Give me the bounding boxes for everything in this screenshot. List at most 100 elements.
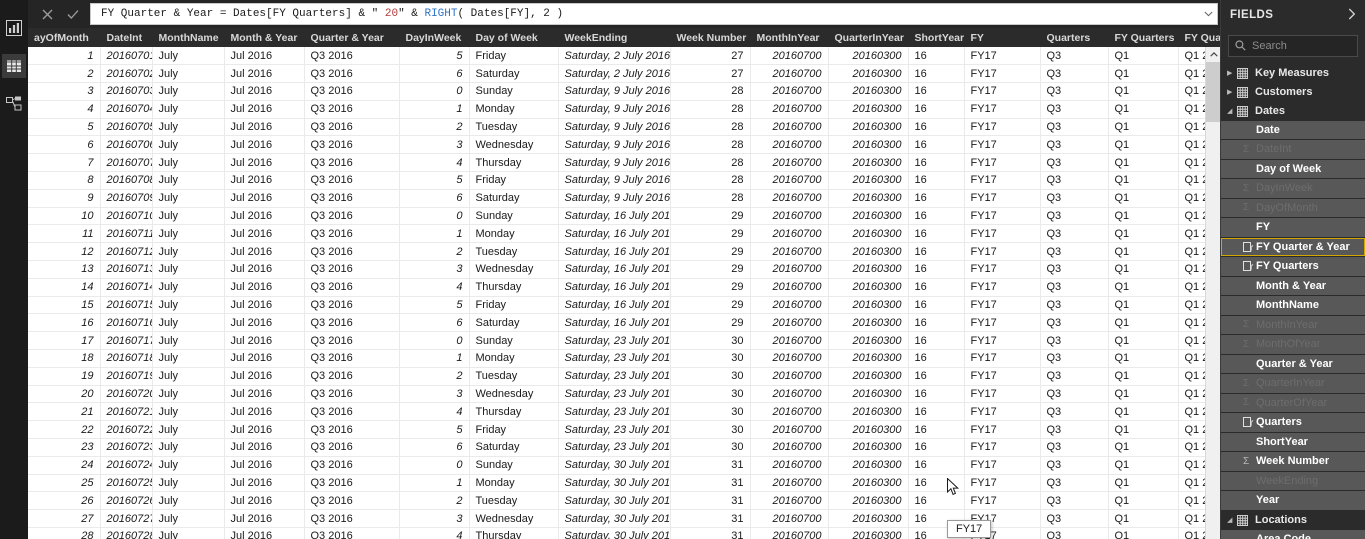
table-cell[interactable]: Q3 2016 <box>304 438 400 457</box>
table-cell[interactable]: 8 <box>28 171 101 190</box>
table-cell[interactable]: FY17 <box>964 207 1041 226</box>
table-cell[interactable]: Tuesday <box>469 118 559 137</box>
table-cell[interactable]: Saturday, 23 July 2016 <box>558 402 671 422</box>
table-row[interactable]: 1 20160701 July Jul 2016 Q3 2016 5 Friday Satur… <box>28 47 1220 66</box>
table-cell[interactable]: July <box>152 527 225 539</box>
table-cell[interactable]: 30 <box>670 385 751 404</box>
table-cell[interactable]: 0 <box>399 82 470 101</box>
table-cell[interactable]: Jul 2016 <box>224 242 305 262</box>
field-item-monthname[interactable]: MonthName <box>1221 296 1365 315</box>
fields-table-dates[interactable]: ◢ Dates <box>1221 102 1365 121</box>
table-cell[interactable]: Wednesday <box>469 509 559 529</box>
field-item-quarterinyear[interactable]: Σ QuarterInYear <box>1221 374 1365 393</box>
table-cell[interactable]: Q3 <box>1040 313 1109 333</box>
table-cell[interactable]: Saturday, 16 July 2016 <box>558 313 671 333</box>
table-cell[interactable]: 5 <box>399 296 470 315</box>
report-view-button[interactable] <box>2 16 26 40</box>
table-row[interactable]: 10 20160710 July Jul 2016 Q3 2016 0 Sunday Satu… <box>28 207 1220 226</box>
field-item-weekending[interactable]: WeekEnding <box>1221 471 1365 491</box>
table-cell[interactable]: Saturday <box>469 313 559 333</box>
table-cell[interactable]: 16 <box>908 420 965 440</box>
table-cell[interactable]: 12 <box>28 242 101 262</box>
table-cell[interactable]: Q3 2016 <box>304 224 400 244</box>
table-cell[interactable]: 20160700 <box>750 82 829 101</box>
table-row[interactable]: 9 20160709 July Jul 2016 Q3 2016 6 Saturday Sat… <box>28 189 1220 208</box>
table-cell[interactable]: July <box>152 509 225 529</box>
table-row[interactable]: 26 20160726 July Jul 2016 Q3 2016 2 Tuesday Sat… <box>28 491 1220 511</box>
table-cell[interactable]: Q3 2016 <box>304 296 400 315</box>
table-cell[interactable]: Jul 2016 <box>224 420 305 440</box>
table-cell[interactable]: 28 <box>670 135 751 155</box>
table-cell[interactable]: Saturday, 23 July 2016 <box>558 349 671 368</box>
table-cell[interactable]: 10 <box>28 207 101 226</box>
table-cell[interactable]: 20160700 <box>750 438 829 457</box>
table-cell[interactable]: 3 <box>399 135 470 155</box>
table-cell[interactable]: 0 <box>399 207 470 226</box>
table-cell[interactable]: 17 <box>28 331 101 351</box>
field-item-area-code[interactable]: Area Code <box>1221 529 1365 539</box>
table-cell[interactable]: 20160707 <box>100 153 153 173</box>
table-cell[interactable]: 20160725 <box>100 474 153 493</box>
table-cell[interactable]: 31 <box>670 491 751 511</box>
table-cell[interactable]: Jul 2016 <box>224 135 305 155</box>
table-cell[interactable]: 20160300 <box>828 349 909 368</box>
table-cell[interactable]: Saturday, 16 July 2016 <box>558 207 671 226</box>
table-cell[interactable]: 20160700 <box>750 527 829 539</box>
table-cell[interactable]: Saturday, 16 July 2016 <box>558 242 671 262</box>
table-cell[interactable]: Q3 2016 <box>304 456 400 475</box>
table-cell[interactable]: 29 <box>670 278 751 297</box>
table-cell[interactable]: 28 <box>670 153 751 173</box>
table-row[interactable]: 17 20160717 July Jul 2016 Q3 2016 0 Sunday Satu… <box>28 331 1220 351</box>
table-cell[interactable]: 20160300 <box>828 100 909 119</box>
table-cell[interactable]: 16 <box>908 331 965 351</box>
table-row[interactable]: 23 20160723 July Jul 2016 Q3 2016 6 Saturday Sa… <box>28 438 1220 457</box>
table-cell[interactable]: 4 <box>399 402 470 422</box>
column-header-fy[interactable]: FY <box>964 28 1041 47</box>
table-cell[interactable]: Jul 2016 <box>224 207 305 226</box>
table-cell[interactable]: Q3 <box>1040 207 1109 226</box>
field-item-quarter-year[interactable]: Quarter & Year <box>1221 354 1365 374</box>
table-cell[interactable]: 30 <box>670 349 751 368</box>
table-cell[interactable]: 20160700 <box>750 135 829 155</box>
table-cell[interactable]: Q3 2016 <box>304 82 400 101</box>
table-cell[interactable]: July <box>152 153 225 173</box>
table-cell[interactable]: 20160700 <box>750 402 829 422</box>
table-cell[interactable]: 5 <box>399 420 470 440</box>
field-item-fy[interactable]: FY <box>1221 218 1365 237</box>
table-cell[interactable]: FY17 <box>964 402 1041 422</box>
table-cell[interactable]: 28 <box>28 527 101 539</box>
scrollbar-thumb[interactable] <box>1206 62 1220 122</box>
table-cell[interactable]: 20160723 <box>100 438 153 457</box>
table-cell[interactable]: 1 <box>399 224 470 244</box>
table-cell[interactable]: 20160726 <box>100 491 153 511</box>
table-cell[interactable]: Q3 <box>1040 491 1109 511</box>
table-cell[interactable]: 20160700 <box>750 296 829 315</box>
table-cell[interactable]: Q3 2016 <box>304 420 400 440</box>
table-cell[interactable]: Saturday, 9 July 2016 <box>558 82 671 101</box>
table-cell[interactable]: 20160702 <box>100 64 153 84</box>
table-cell[interactable]: Jul 2016 <box>224 171 305 190</box>
table-cell[interactable]: July <box>152 491 225 511</box>
table-cell[interactable]: Q1 <box>1108 491 1179 511</box>
chevron-right-icon[interactable]: ▶ <box>1227 88 1237 96</box>
table-cell[interactable]: July <box>152 313 225 333</box>
table-cell[interactable]: 28 <box>670 171 751 190</box>
table-cell[interactable]: Monday <box>469 100 559 119</box>
table-cell[interactable]: Saturday, 30 July 2016 <box>558 491 671 511</box>
table-cell[interactable]: 26 <box>28 491 101 511</box>
table-cell[interactable]: Q1 <box>1108 171 1179 190</box>
table-row[interactable]: 3 20160703 July Jul 2016 Q3 2016 0 Sunday Satur… <box>28 82 1220 101</box>
table-cell[interactable]: Q3 2016 <box>304 100 400 119</box>
table-row[interactable]: 2 20160702 July Jul 2016 Q3 2016 6 Saturday Sat… <box>28 64 1220 84</box>
table-cell[interactable]: 16 <box>28 313 101 333</box>
table-cell[interactable]: 4 <box>399 527 470 539</box>
table-cell[interactable]: 16 <box>908 100 965 119</box>
table-cell[interactable]: Q1 <box>1108 385 1179 404</box>
table-row[interactable]: 13 20160713 July Jul 2016 Q3 2016 3 Wednesday S… <box>28 260 1220 279</box>
table-cell[interactable]: 1 <box>399 100 470 119</box>
table-cell[interactable]: 2 <box>399 491 470 511</box>
table-cell[interactable]: Q3 <box>1040 47 1109 66</box>
table-cell[interactable]: 1 <box>399 349 470 368</box>
table-cell[interactable]: 20160717 <box>100 331 153 351</box>
column-header-dayinweek[interactable]: DayInWeek <box>399 28 470 47</box>
